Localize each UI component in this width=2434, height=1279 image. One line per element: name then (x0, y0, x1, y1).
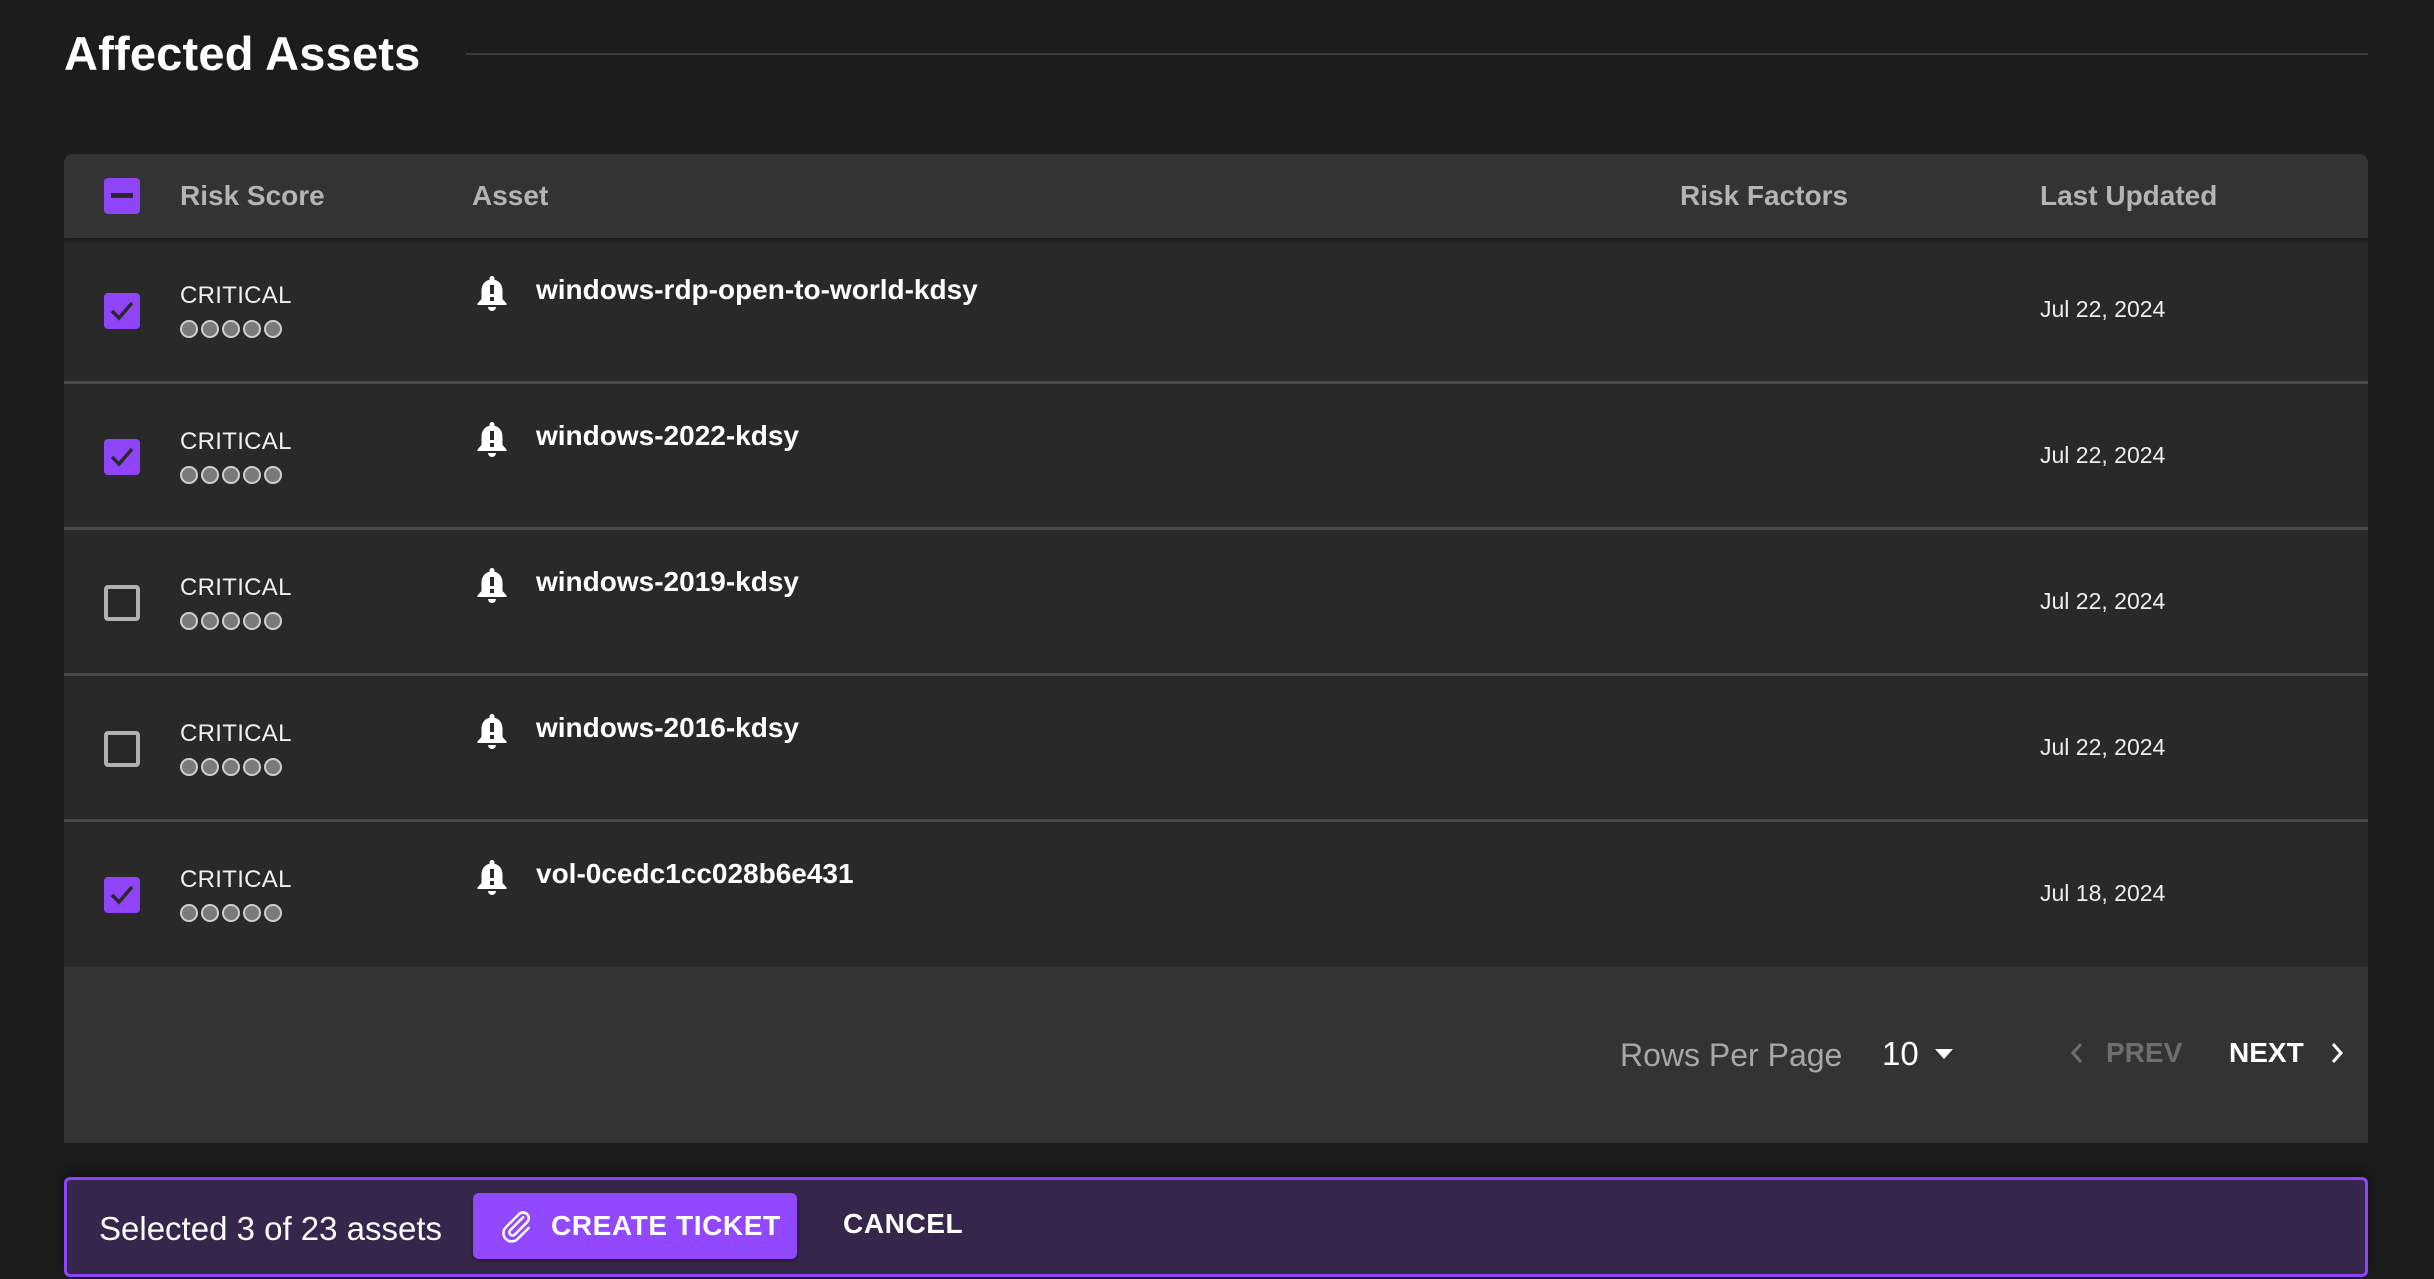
last-updated-date: Jul 22, 2024 (2040, 588, 2166, 614)
risk-dot (243, 320, 261, 338)
rows-per-page-value: 10 (1882, 1035, 1919, 1072)
severity-label: CRITICAL (180, 428, 292, 455)
row-checkbox[interactable] (104, 585, 140, 621)
asset-name-link[interactable]: windows-rdp-open-to-world-kdsy (536, 274, 978, 306)
risk-dot (201, 758, 219, 776)
risk-dot (243, 904, 261, 922)
bell-alert-icon (477, 714, 507, 749)
next-page-button[interactable]: NEXT (2229, 1037, 2344, 1069)
table-body: CRITICAL windows-rdp-open-to-world-kdsy Ju… (64, 238, 2368, 967)
rows-per-page-select[interactable]: 10 (1882, 1035, 1953, 1073)
select-all-checkbox[interactable] (104, 178, 140, 214)
risk-dot (201, 612, 219, 630)
check-icon (110, 447, 134, 467)
bell-alert-icon (477, 276, 507, 311)
risk-dot (264, 612, 282, 630)
bell-alert-icon (477, 860, 507, 895)
table-row[interactable]: CRITICAL vol-0cedc1cc028b6e431 Jul 18, 202… (64, 822, 2368, 967)
minus-icon (111, 193, 133, 198)
table-row[interactable]: CRITICAL windows-2019-kdsy Jul 22, 2024 (64, 530, 2368, 676)
check-icon (110, 885, 134, 905)
row-checkbox[interactable] (104, 439, 140, 475)
rows-per-page-label: Rows Per Page (1620, 1037, 1843, 1073)
prev-label: PREV (2106, 1037, 2183, 1068)
selection-action-bar: Selected 3 of 23 assets CREATE TICKET CA… (64, 1177, 2368, 1277)
prev-page-button[interactable]: PREV (2070, 1037, 2182, 1069)
selection-count-text: Selected 3 of 23 assets (99, 1210, 443, 1247)
risk-dot (180, 612, 198, 630)
risk-dot (222, 612, 240, 630)
risk-dot (264, 466, 282, 484)
column-header-risk-factors[interactable]: Risk Factors (1680, 154, 1848, 238)
severity-label: CRITICAL (180, 282, 292, 309)
column-header-asset[interactable]: Asset (472, 154, 548, 238)
affected-assets-table: Risk Score Asset Risk Factors Last Updat… (64, 154, 2368, 1143)
last-updated-date: Jul 18, 2024 (2040, 880, 2166, 906)
risk-dot (180, 758, 198, 776)
column-header-last-updated[interactable]: Last Updated (2040, 154, 2217, 238)
severity-label: CRITICAL (180, 574, 292, 601)
risk-dot (201, 320, 219, 338)
risk-dot (264, 758, 282, 776)
bell-alert-icon (477, 422, 507, 457)
risk-score-dots (180, 758, 282, 776)
severity-label: CRITICAL (180, 720, 292, 747)
risk-dot (264, 904, 282, 922)
risk-dot (201, 466, 219, 484)
next-label: NEXT (2229, 1037, 2304, 1068)
risk-dot (222, 320, 240, 338)
asset-name-link[interactable]: vol-0cedc1cc028b6e431 (536, 858, 854, 890)
severity-label: CRITICAL (180, 866, 292, 893)
risk-score-dots (180, 904, 282, 922)
row-checkbox[interactable] (104, 877, 140, 913)
paperclip-icon (502, 1211, 530, 1243)
bell-alert-icon (477, 568, 507, 603)
risk-score-dots (180, 466, 282, 484)
risk-score-dots (180, 612, 282, 630)
row-checkbox[interactable] (104, 731, 140, 767)
risk-dot (264, 320, 282, 338)
asset-name-link[interactable]: windows-2019-kdsy (536, 566, 799, 598)
risk-dot (243, 612, 261, 630)
risk-dot (222, 466, 240, 484)
risk-dot (201, 904, 219, 922)
cancel-button[interactable]: CANCEL (843, 1208, 963, 1240)
create-ticket-button[interactable]: CREATE TICKET (473, 1193, 797, 1259)
table-row[interactable]: CRITICAL windows-rdp-open-to-world-kdsy Ju… (64, 238, 2368, 384)
check-icon (110, 301, 134, 321)
risk-dot (180, 466, 198, 484)
caret-down-icon (1934, 1049, 1953, 1059)
risk-dot (222, 758, 240, 776)
table-row[interactable]: CRITICAL windows-2016-kdsy Jul 22, 2024 (64, 676, 2368, 822)
risk-dot (180, 320, 198, 338)
section-title: Affected Assets (64, 27, 421, 80)
title-divider (466, 53, 2368, 55)
table-header: Risk Score Asset Risk Factors Last Updat… (64, 154, 2368, 238)
last-updated-date: Jul 22, 2024 (2040, 296, 2166, 322)
row-checkbox[interactable] (104, 293, 140, 329)
asset-name-link[interactable]: windows-2016-kdsy (536, 712, 799, 744)
risk-dot (180, 904, 198, 922)
risk-dot (243, 758, 261, 776)
table-pagination: Rows Per Page 10 PREV NEXT (64, 967, 2368, 1143)
chevron-right-icon (2331, 1043, 2343, 1063)
last-updated-date: Jul 22, 2024 (2040, 442, 2166, 468)
risk-dot (222, 904, 240, 922)
column-header-risk-score[interactable]: Risk Score (180, 154, 325, 238)
risk-score-dots (180, 320, 282, 338)
last-updated-date: Jul 22, 2024 (2040, 734, 2166, 760)
table-row[interactable]: CRITICAL windows-2022-kdsy Jul 22, 2024 (64, 384, 2368, 530)
chevron-left-icon (2070, 1043, 2083, 1063)
section-header: Affected Assets (64, 22, 2368, 86)
asset-name-link[interactable]: windows-2022-kdsy (536, 420, 799, 452)
risk-dot (243, 466, 261, 484)
create-ticket-label: CREATE TICKET (551, 1210, 781, 1241)
